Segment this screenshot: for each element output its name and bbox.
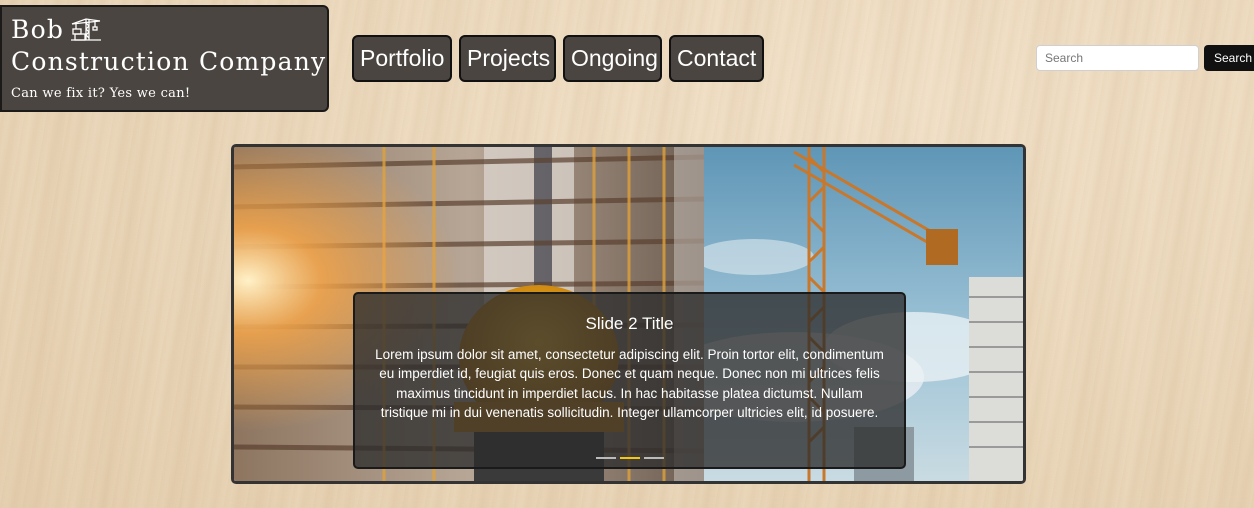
brand-box: Bob Construction Company Can we fix it? …: [0, 5, 329, 112]
slide-text: Lorem ipsum dolor sit amet, consectetur …: [375, 347, 884, 421]
slide-title: Slide 2 Title: [585, 314, 674, 333]
brand-tagline: Can we fix it? Yes we can!: [11, 86, 191, 101]
search-input[interactable]: [1036, 45, 1199, 71]
hero-carousel[interactable]: Slide 2 Title Lorem ipsum dolor sit amet…: [231, 144, 1026, 484]
search-button[interactable]: Search: [1204, 45, 1254, 71]
brand-title: Bob Construction Company: [11, 15, 327, 76]
slide-caption: Slide 2 Title Lorem ipsum dolor sit amet…: [353, 292, 906, 469]
carousel-indicator-1[interactable]: [595, 457, 616, 459]
carousel-indicator-2[interactable]: [619, 457, 640, 459]
nav-ongoing-button[interactable]: Ongoing: [563, 35, 662, 82]
crane-icon: [70, 17, 102, 47]
nav-projects-button[interactable]: Projects: [459, 35, 556, 82]
brand-title-line1: Bob: [11, 15, 65, 44]
carousel-indicator-3[interactable]: [643, 457, 664, 459]
brand-title-line2: Construction Company: [11, 47, 327, 76]
main-nav: Portfolio Projects Ongoing Contact: [352, 35, 764, 82]
carousel-indicators: [355, 457, 904, 459]
nav-portfolio-button[interactable]: Portfolio: [352, 35, 452, 82]
nav-contact-button[interactable]: Contact: [669, 35, 764, 82]
